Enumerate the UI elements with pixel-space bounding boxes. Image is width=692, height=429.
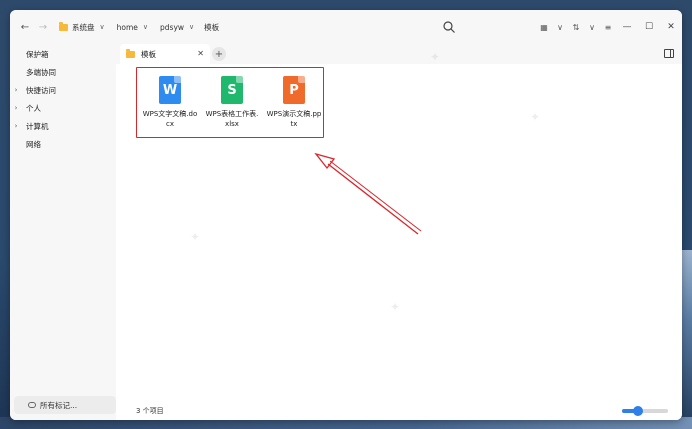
expand-arrow-icon[interactable]: › — [10, 104, 22, 112]
all-tags-label: 所有标记... — [40, 400, 78, 410]
file-manager-window: ← → 系统盘 ∨ home ∨ pdsyw ∨ 模板 ▦ ∨ ⇅ ∨ ≡ — … — [10, 10, 682, 420]
sidebar-item-label: 计算机 — [26, 121, 49, 131]
close-icon[interactable]: ✕ — [197, 49, 204, 58]
back-arrow-icon[interactable]: ← — [16, 18, 34, 36]
sidebar-item-label: 多端协同 — [26, 67, 56, 77]
breadcrumb-label: home — [116, 22, 138, 32]
detail-panel-icon[interactable] — [664, 49, 674, 58]
toolbar-right: ▦ ∨ ⇅ ∨ ≡ — ☐ ✕ — [536, 18, 682, 36]
add-tab-button[interactable]: + — [212, 47, 226, 61]
breadcrumb: 系统盘 ∨ home ∨ pdsyw ∨ 模板 — [56, 18, 222, 36]
item-count: 3 个项目 — [136, 407, 164, 415]
all-tags-button[interactable]: 所有标记... — [14, 396, 116, 414]
status-bar: 3 个项目 — [116, 402, 682, 420]
minimize-icon[interactable]: — — [616, 18, 638, 36]
sidebar-item-collab[interactable]: 多端协同 — [10, 64, 116, 80]
tag-icon — [28, 402, 36, 408]
breadcrumb-item-templates[interactable]: 模板 — [201, 18, 222, 36]
maximize-icon[interactable]: ☐ — [638, 18, 660, 36]
sidebar-item-label: 保护箱 — [26, 49, 49, 59]
breadcrumb-label: 系统盘 — [72, 22, 95, 32]
tab-bar: 模板 ✕ + — [116, 44, 682, 64]
breadcrumb-item-home[interactable]: home ∨ — [114, 18, 151, 36]
breadcrumb-item-user[interactable]: pdsyw ∨ — [157, 18, 197, 36]
chevron-down-icon[interactable]: ∨ — [143, 23, 148, 31]
breadcrumb-label: 模板 — [204, 22, 220, 32]
sort-icon[interactable]: ⇅ — [568, 18, 584, 36]
sidebar-item-label: 快捷访问 — [26, 85, 56, 95]
tab-label: 模板 — [141, 49, 156, 59]
close-icon[interactable]: ✕ — [660, 18, 682, 36]
expand-arrow-icon[interactable]: › — [10, 122, 22, 130]
folder-icon — [126, 48, 135, 58]
tab-templates[interactable]: 模板 ✕ — [120, 44, 210, 64]
sidebar-item-label: 网络 — [26, 139, 41, 149]
folder-icon — [59, 21, 68, 31]
file-view[interactable]: W WPS文字文稿.docx S WPS表格工作表.xlsx P WPS演示文稿… — [116, 64, 682, 420]
sidebar-item-computer[interactable]: › 计算机 — [10, 118, 116, 134]
zoom-slider[interactable] — [622, 406, 668, 416]
breadcrumb-label: pdsyw — [160, 22, 185, 32]
chevron-down-icon[interactable]: ∨ — [552, 18, 568, 36]
expand-arrow-icon[interactable]: › — [10, 86, 22, 94]
chevron-down-icon[interactable]: ∨ — [584, 18, 600, 36]
sidebar-item-network[interactable]: 网络 — [10, 136, 116, 152]
chevron-down-icon[interactable]: ∨ — [189, 23, 194, 31]
zoom-slider-handle[interactable] — [633, 406, 643, 416]
icon-view-icon[interactable]: ▦ — [536, 18, 552, 36]
annotation-arrow — [314, 152, 422, 235]
sidebar-item-personal[interactable]: › 个人 — [10, 100, 116, 116]
sidebar-item-label: 个人 — [26, 103, 41, 113]
sidebar-item-quick-access[interactable]: › 快捷访问 — [10, 82, 116, 98]
search-icon[interactable] — [442, 20, 456, 34]
breadcrumb-item-system[interactable]: 系统盘 ∨ — [56, 18, 108, 36]
chevron-down-icon[interactable]: ∨ — [100, 23, 105, 31]
menu-icon[interactable]: ≡ — [600, 18, 616, 36]
sidebar-item-vault[interactable]: 保护箱 — [10, 46, 116, 62]
forward-arrow-icon[interactable]: → — [34, 18, 52, 36]
sidebar: 保护箱 多端协同 › 快捷访问 › 个人 › 计算机 网络 所有标记... — [10, 44, 116, 420]
title-bar: ← → 系统盘 ∨ home ∨ pdsyw ∨ 模板 ▦ ∨ ⇅ ∨ ≡ — … — [10, 10, 682, 44]
